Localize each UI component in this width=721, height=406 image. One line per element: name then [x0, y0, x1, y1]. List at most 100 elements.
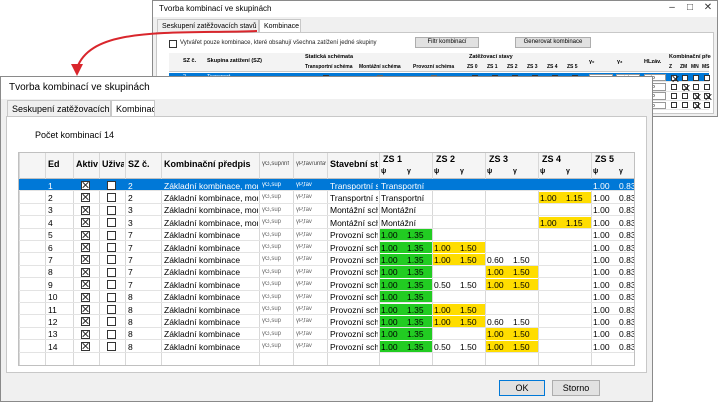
gamma-g-value: γG,sup — [262, 268, 282, 275]
sz-number: 3 — [128, 205, 133, 216]
gamma-p-value: γP,fav — [296, 281, 312, 288]
active-checkbox[interactable] — [81, 193, 90, 203]
back-comb-checkbox[interactable] — [704, 74, 710, 81]
zs-psi-value: 1.00 — [381, 329, 398, 340]
back-comb-checkbox[interactable] — [704, 102, 710, 109]
back-comb-checkbox[interactable] — [671, 74, 677, 81]
header-psi-5: ψ — [593, 168, 599, 175]
back-tab-combinations[interactable]: Kombinace — [259, 19, 301, 33]
back-comb-checkbox[interactable] — [704, 93, 710, 100]
front-window-titlebar: Tvorba kombinací ve skupinách — [1, 77, 652, 99]
zs-psi-value: 1.00 — [434, 304, 451, 315]
back-comb-checkbox[interactable] — [682, 102, 688, 109]
back-comb-checkbox[interactable] — [704, 83, 710, 90]
front-tab-groups[interactable]: Seskupení zatěžovacích stavů — [7, 100, 111, 116]
zs-psi-value: 1.00 — [434, 254, 451, 265]
zs-gamma-value: 0.83 — [619, 292, 635, 303]
row-number: 4 — [48, 217, 53, 228]
back-header-zs: ZS 3 — [527, 64, 538, 70]
zs-psi-value: 1.00 — [434, 316, 451, 327]
user-checkbox[interactable] — [107, 230, 116, 240]
construction-stage: Transportní schéma — [330, 180, 378, 191]
user-checkbox[interactable] — [107, 292, 116, 302]
active-checkbox[interactable] — [81, 329, 90, 339]
active-checkbox[interactable] — [81, 305, 90, 314]
zs-psi-value: 1.00 — [540, 192, 557, 203]
maximize-icon[interactable]: □ — [683, 2, 697, 14]
zs-gamma-value: 1.50 — [460, 316, 477, 327]
cancel-button[interactable]: Storno — [552, 380, 600, 396]
zs-gamma-value: 1.50 — [513, 279, 530, 290]
gamma-g-value: γG,sup — [262, 281, 282, 288]
sz-number: 7 — [128, 254, 133, 265]
zs-gamma-value: 0.83 — [619, 217, 635, 228]
back-comb-checkbox[interactable] — [693, 102, 699, 109]
front-tab-combinations[interactable]: Kombinace — [111, 100, 155, 116]
active-checkbox[interactable] — [81, 205, 90, 215]
generate-combinations-button[interactable]: Generovat kombinace — [515, 37, 591, 48]
back-comb-checkbox[interactable] — [682, 74, 688, 81]
user-checkbox[interactable] — [107, 267, 116, 277]
active-checkbox[interactable] — [81, 230, 90, 240]
zs-gamma-value: 1.35 — [407, 254, 424, 265]
back-window-titlebar: Tvorba kombinací ve skupinách – □ ✕ — [153, 1, 717, 17]
zs-gamma-value: 1.50 — [460, 304, 477, 315]
active-checkbox[interactable] — [81, 218, 90, 228]
callout-arrow-head — [71, 64, 83, 76]
user-checkbox[interactable] — [107, 255, 116, 265]
zs-psi-value: 1.00 — [381, 242, 398, 253]
front-table: Ed Aktivní Uživatel SZ č. Kombinační předpis… — [18, 152, 635, 366]
user-checkbox[interactable] — [107, 280, 116, 290]
back-comb-checkbox[interactable] — [671, 83, 677, 90]
active-checkbox[interactable] — [81, 243, 90, 252]
filter-combinations-button[interactable]: Filtr kombinací — [415, 37, 479, 48]
zs-gamma-value: 1.50 — [513, 341, 530, 352]
zs-gamma-value: 0.83 — [619, 192, 635, 203]
user-checkbox[interactable] — [107, 181, 116, 190]
zs-psi-value: 1.00 — [593, 242, 610, 253]
header-gamma-3: γ — [513, 168, 517, 175]
active-checkbox[interactable] — [81, 267, 90, 277]
active-checkbox[interactable] — [81, 292, 90, 302]
back-tab-groups[interactable]: Seskupení zatěžovacích stavů — [157, 19, 259, 33]
gamma-p-value: γP,fav — [296, 244, 312, 250]
combination-rule: Základní kombinace — [164, 304, 241, 315]
back-header-zs: ZS 5 — [567, 64, 578, 70]
row-number: 11 — [48, 304, 57, 315]
active-checkbox[interactable] — [81, 181, 90, 190]
back-comb-checkbox[interactable] — [693, 83, 699, 90]
back-comb-checkbox[interactable] — [671, 93, 677, 100]
user-checkbox[interactable] — [107, 317, 116, 327]
sz-number: 7 — [128, 267, 133, 278]
active-checkbox[interactable] — [81, 342, 90, 352]
sz-number: 8 — [128, 292, 133, 303]
user-checkbox[interactable] — [107, 329, 116, 339]
user-checkbox[interactable] — [107, 243, 116, 252]
user-checkbox[interactable] — [107, 205, 116, 215]
zs-psi-value: 1.00 — [381, 304, 398, 315]
gamma-g-value: γG,sup — [262, 343, 282, 350]
close-icon[interactable]: ✕ — [701, 2, 715, 14]
active-checkbox[interactable] — [81, 280, 90, 290]
back-header-pole: HLzáv. — [644, 59, 662, 65]
user-checkbox[interactable] — [107, 305, 116, 314]
minimize-icon[interactable]: – — [665, 2, 679, 14]
back-comb-checkbox[interactable] — [671, 102, 677, 109]
user-checkbox[interactable] — [107, 193, 116, 203]
zs-psi-value: Transportní — [381, 192, 425, 203]
back-comb-checkbox[interactable] — [682, 83, 688, 90]
gamma-g-value: γG,sup — [262, 306, 282, 312]
active-checkbox[interactable] — [81, 255, 90, 265]
only-full-groups-checkbox[interactable] — [169, 40, 177, 48]
active-checkbox[interactable] — [81, 317, 90, 327]
zs-gamma-value: 1.50 — [460, 341, 477, 352]
ok-button[interactable]: OK — [499, 380, 545, 396]
back-comb-checkbox[interactable] — [693, 74, 699, 81]
back-comb-checkbox[interactable] — [682, 93, 688, 100]
back-comb-checkbox[interactable] — [693, 93, 699, 100]
zs-gamma-value: 1.35 — [407, 279, 424, 290]
zs-psi-value: 1.00 — [593, 217, 610, 228]
sz-number: 8 — [128, 316, 133, 327]
user-checkbox[interactable] — [107, 342, 116, 352]
user-checkbox[interactable] — [107, 218, 116, 228]
